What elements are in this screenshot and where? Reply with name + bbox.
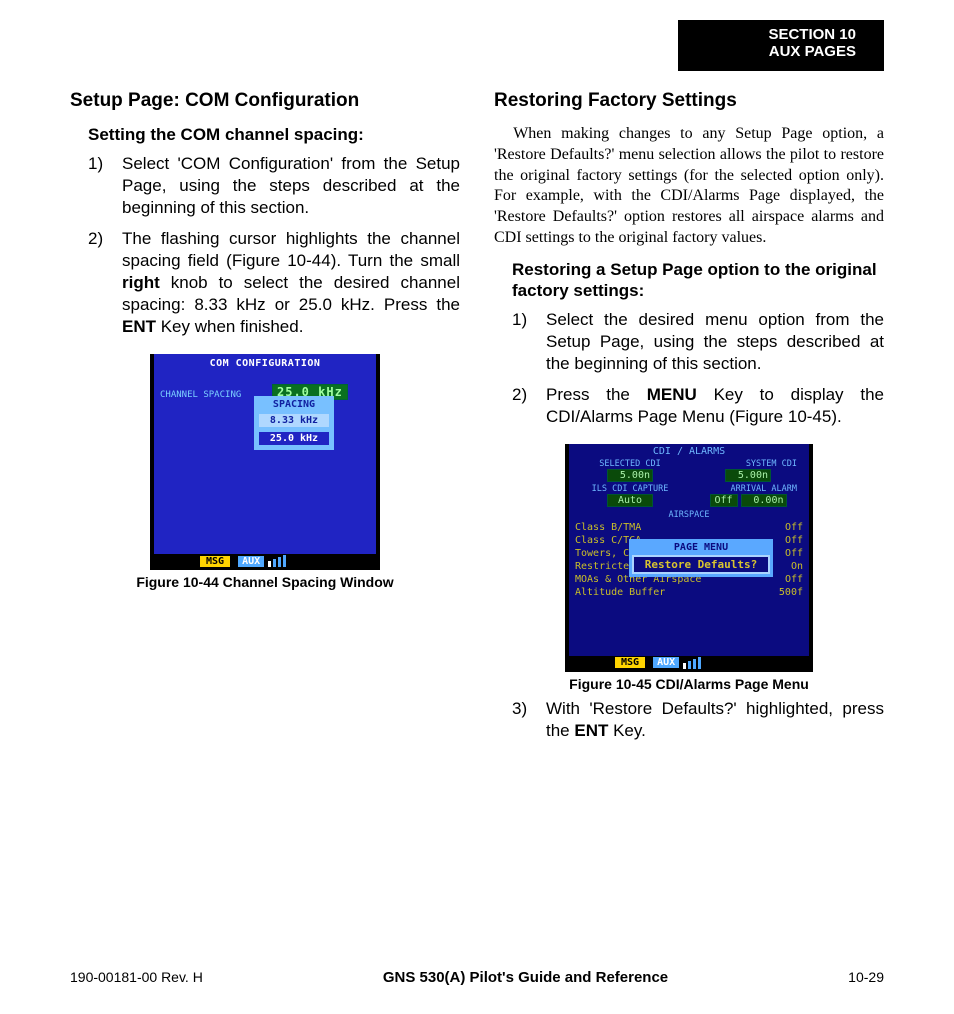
list-item: 3) With 'Restore Defaults?' highlighted,… [512,698,884,742]
selected-cdi-label: SELECTED CDI [575,457,685,469]
right-heading: Restoring Factory Settings [494,90,884,112]
left-steps: 1) Select 'COM Configuration' from the S… [88,153,460,338]
list-item: Altitude Buffer500f [575,586,803,599]
right-steps-12: 1) Select the desired menu option from t… [512,309,884,427]
arrival-label: ARRIVAL ALARM [693,482,803,494]
msg-indicator: MSG [615,657,645,668]
page-footer: 190-00181-00 Rev. H GNS 530(A) Pilot's G… [70,969,884,986]
spacing-popup: SPACING 8.33 kHz 25.0 kHz [254,396,334,450]
right-step-3: 3) With 'Restore Defaults?' highlighted,… [512,698,884,742]
footer-right: 10-29 [848,969,884,985]
aux-indicator: AUX [238,556,264,567]
footer-left: 190-00181-00 Rev. H [70,969,203,985]
section-line-2: AUX PAGES [768,43,856,60]
figure-caption: Figure 10-44 Channel Spacing Window [70,574,460,590]
popup-title: SPACING [256,398,332,411]
list-item: 1) Select 'COM Configuration' from the S… [88,153,460,219]
status-bar: MSG AUX [565,656,813,670]
list-item: 2) Press the MENU Key to display the CDI… [512,384,884,428]
list-item: 1) Select the desired menu option from t… [512,309,884,375]
ils-value: Auto [607,494,653,507]
footer-center: GNS 530(A) Pilot's Guide and Reference [383,969,668,986]
list-item: 2) The flashing cursor highlights the ch… [88,228,460,338]
step-text: With 'Restore Defaults?' highlighted, pr… [546,698,884,742]
selected-cdi-value: 5.00n [607,469,653,482]
device-screenshot: COM CONFIGURATION CHANNEL SPACING 25.0 k… [150,354,380,570]
figure-caption: Figure 10-45 CDI/Alarms Page Menu [494,676,884,692]
status-bar: MSG AUX [150,554,380,568]
arrival-dist: 0.00n [741,494,787,507]
page-menu-title: PAGE MENU [631,541,771,554]
page-bars-icon [683,657,701,669]
section-header: SECTION 10 AUX PAGES [678,20,884,71]
figure-10-44: COM CONFIGURATION CHANNEL SPACING 25.0 k… [70,354,460,590]
step-text: Press the MENU Key to display the CDI/Al… [546,384,884,428]
step-text: Select the desired menu option from the … [546,309,884,375]
system-cdi-label: SYSTEM CDI [693,457,803,469]
airspace-label: AIRSPACE [569,507,809,520]
page-menu-popup: PAGE MENU Restore Defaults? [629,539,773,577]
system-cdi-value: 5.00n [725,469,771,482]
step-text: Select 'COM Configuration' from the Setu… [122,153,460,219]
screen-title: COM CONFIGURATION [154,354,376,369]
ils-label: ILS CDI CAPTURE [575,482,685,494]
left-column: Setup Page: COM Configuration Setting th… [70,90,460,750]
figure-10-45: CDI / ALARMS SELECTED CDI 5.00n SYSTEM C… [494,444,884,692]
section-line-1: SECTION 10 [768,26,856,43]
spacing-option-2: 25.0 kHz [257,430,331,447]
step-text: The flashing cursor highlights the chann… [122,228,460,338]
restore-defaults-item: Restore Defaults? [632,555,770,574]
list-item: Class B/TMAOff [575,521,803,534]
right-subheading: Restoring a Setup Page option to the ori… [512,259,884,302]
aux-indicator: AUX [653,657,679,668]
body-paragraph: When making changes to any Setup Page op… [494,124,884,249]
left-heading: Setup Page: COM Configuration [70,90,460,112]
arrival-off: Off [710,494,738,507]
device-screenshot: CDI / ALARMS SELECTED CDI 5.00n SYSTEM C… [565,444,813,672]
channel-spacing-label: CHANNEL SPACING [160,390,241,400]
page-bars-icon [268,555,286,567]
left-subheading: Setting the COM channel spacing: [88,124,460,145]
spacing-option-1: 8.33 kHz [257,412,331,429]
screen-title: CDI / ALARMS [569,444,809,457]
right-column: Restoring Factory Settings When making c… [494,90,884,750]
msg-indicator: MSG [200,556,230,567]
